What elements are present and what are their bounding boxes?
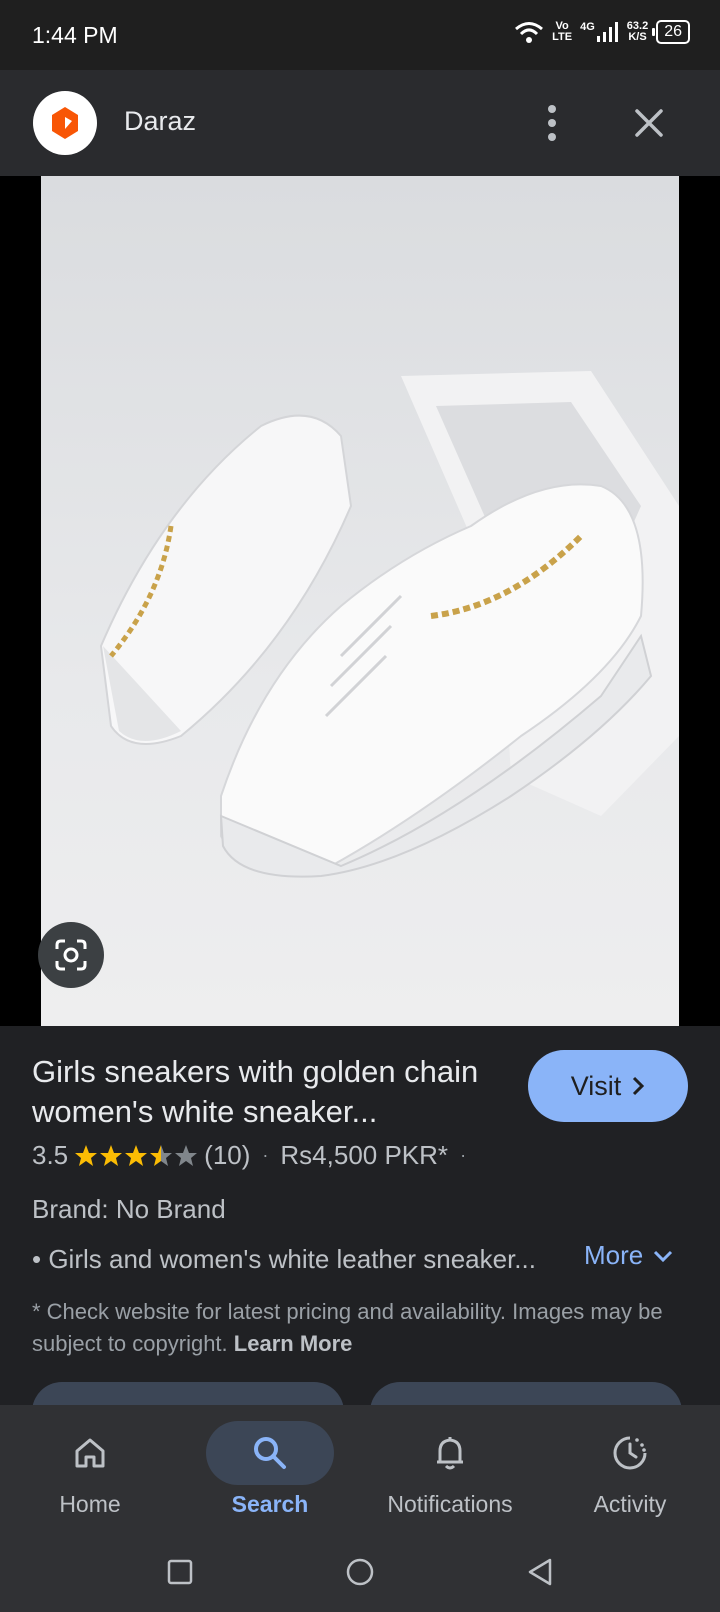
recent-apps-button[interactable]	[155, 1547, 205, 1597]
site-name[interactable]: Daraz	[124, 106, 196, 137]
lens-icon	[55, 939, 87, 971]
bottom-navigation: Home Search Notifications Activity	[0, 1405, 720, 1533]
sneaker-photo	[41, 176, 679, 1026]
more-button[interactable]: More	[584, 1240, 673, 1271]
search-icon	[254, 1437, 286, 1469]
nav-notifications-label: Notifications	[387, 1491, 513, 1517]
battery-indicator: 26	[652, 20, 690, 44]
volte-indicator: Vo LTE	[552, 21, 572, 43]
more-vert-dot	[548, 119, 556, 127]
back-triangle-icon	[528, 1558, 552, 1586]
rating-row: 3.5 (10) · Rs4,500 PKR* ·	[32, 1140, 472, 1171]
more-label: More	[584, 1240, 644, 1270]
network-type: 4G	[580, 21, 595, 33]
separator-dot: ·	[262, 1145, 269, 1165]
chevron-right-icon	[633, 1076, 645, 1096]
data-speed: 63.2 K/S	[627, 21, 648, 43]
rating-value: 3.5	[32, 1140, 69, 1170]
status-icons: Vo LTE 4G 63.2 K/S 26	[514, 20, 690, 44]
product-image[interactable]	[41, 176, 679, 1026]
nav-notifications[interactable]: Notifications	[360, 1413, 540, 1523]
lens-search-button[interactable]	[38, 922, 104, 988]
star-rating	[74, 1144, 198, 1168]
more-vert-dot	[548, 133, 556, 141]
star-empty-icon	[175, 1144, 198, 1166]
nav-home[interactable]: Home	[0, 1413, 180, 1523]
nav-search-icon-wrap	[206, 1421, 334, 1485]
status-time: 1:44 PM	[32, 22, 118, 48]
square-icon	[167, 1559, 193, 1585]
circle-icon	[346, 1558, 374, 1586]
system-navigation-bar	[0, 1533, 720, 1612]
wifi-icon	[515, 22, 544, 43]
speed-unit: K/S	[628, 31, 647, 43]
nav-search-label: Search	[231, 1491, 309, 1517]
more-vert-icon	[548, 105, 556, 113]
signal-indicator: 4G	[580, 22, 619, 42]
nav-home-icon-wrap	[26, 1421, 154, 1485]
daraz-logo-icon	[52, 107, 78, 139]
home-system-button[interactable]	[335, 1547, 385, 1597]
back-button[interactable]	[515, 1547, 565, 1597]
brand-line: Brand: No Brand	[32, 1194, 226, 1224]
nav-activity-label: Activity	[593, 1491, 667, 1517]
home-icon	[75, 1438, 105, 1468]
visit-button[interactable]: Visit	[528, 1050, 688, 1122]
nav-activity[interactable]: Activity	[540, 1413, 720, 1523]
star-icon	[125, 1144, 148, 1166]
signal-icon	[596, 22, 618, 42]
volte-bottom: LTE	[552, 31, 573, 43]
star-half-icon	[150, 1144, 173, 1166]
chevron-down-icon	[654, 1250, 673, 1262]
nav-activity-icon-wrap	[566, 1421, 694, 1485]
price: Rs4,500 PKR*	[280, 1140, 449, 1170]
daraz-logo[interactable]	[33, 91, 97, 155]
close-icon	[635, 109, 663, 137]
more-options-button[interactable]	[534, 100, 570, 146]
learn-more-link[interactable]: Learn More	[234, 1331, 353, 1356]
status-bar: 1:44 PM Vo LTE 4G 63.2 K/S 26	[0, 0, 720, 70]
nav-home-label: Home	[59, 1491, 121, 1517]
product-info-panel: Girls sneakers with golden chain women's…	[0, 1026, 720, 1442]
star-icon	[100, 1144, 123, 1166]
nav-notifications-icon-wrap	[386, 1421, 514, 1485]
activity-icon	[613, 1436, 647, 1470]
review-count: (10)	[204, 1140, 251, 1170]
star-icon	[75, 1144, 98, 1166]
visit-label: Visit	[570, 1070, 622, 1101]
product-title[interactable]: Girls sneakers with golden chain women's…	[32, 1052, 502, 1132]
separator-dot: ·	[460, 1145, 467, 1165]
disclaimer: * Check website for latest pricing and a…	[32, 1296, 672, 1360]
image-viewer	[0, 176, 720, 1026]
close-button[interactable]	[626, 100, 672, 146]
bell-icon	[437, 1437, 463, 1470]
nav-search[interactable]: Search	[180, 1413, 360, 1523]
description-line: • Girls and women's white leather sneake…	[32, 1244, 536, 1274]
result-header: Daraz	[0, 70, 720, 176]
